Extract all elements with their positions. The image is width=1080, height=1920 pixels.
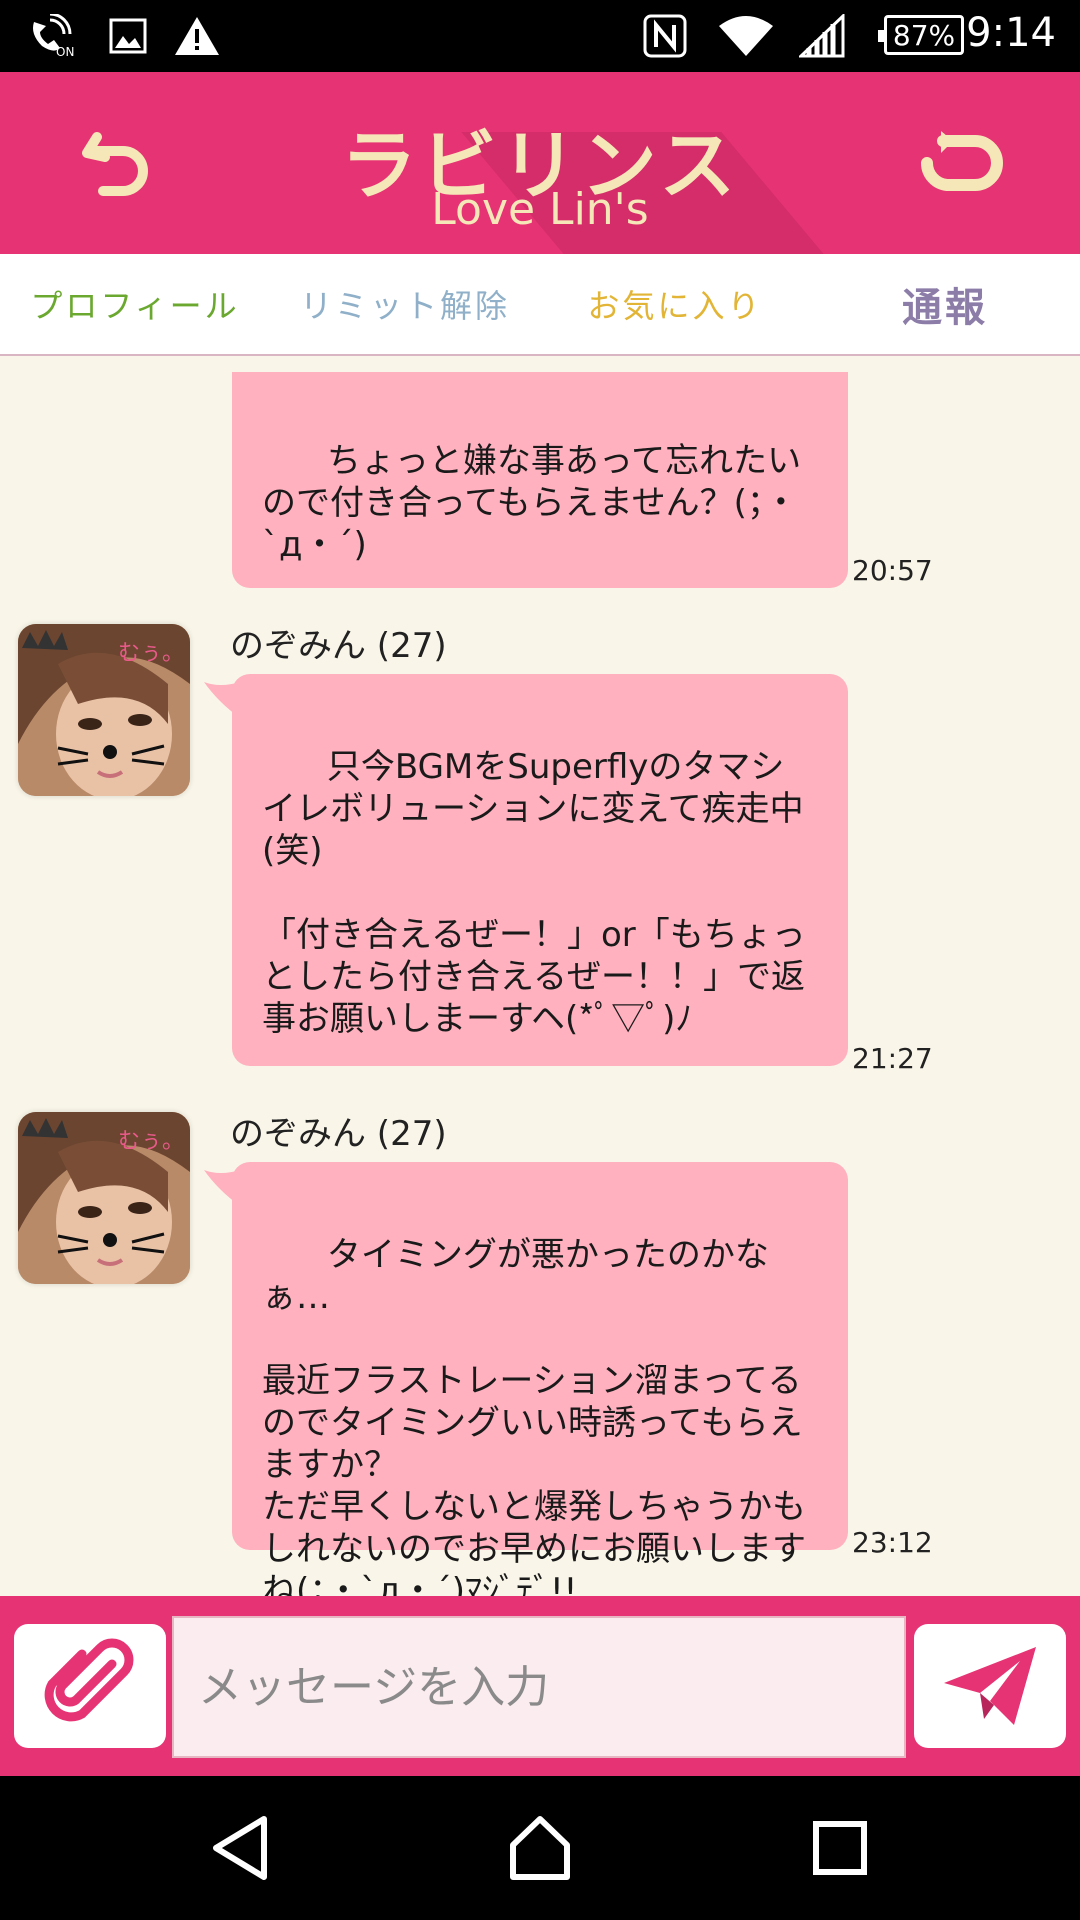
- sender-name: のぞみん (27): [230, 626, 447, 666]
- back-icon[interactable]: [180, 1806, 300, 1890]
- message-text: タイミングが悪かったのかなぁ… 最近フラストレーション溜まってるのでタイミングい…: [262, 1235, 806, 1596]
- app-header: ラビリンス Love Lin's: [0, 72, 1080, 254]
- tab-report[interactable]: 通報: [810, 254, 1080, 354]
- svg-text:むぅ。: むぅ。: [118, 641, 184, 666]
- message-time: 20:57: [852, 554, 933, 587]
- message-bubble: ちょっと嫌な事あって忘れたいので付き合ってもらえません？(；・`д・´): [232, 372, 848, 588]
- avatar[interactable]: むぅ。: [18, 624, 190, 796]
- message-input-bar: [0, 1596, 1080, 1776]
- message-input[interactable]: [172, 1616, 906, 1758]
- battery-level: 87%: [892, 18, 956, 52]
- attach-button[interactable]: [14, 1624, 166, 1748]
- tab-profile[interactable]: プロフィール: [0, 254, 270, 354]
- battery-icon: 87%: [878, 15, 964, 55]
- tab-limit-release-label: リミット解除: [299, 287, 510, 325]
- message-bubble: 只今BGMをSuperflyのタマシイレボリューションに変えて疾走中(笑) 「付…: [232, 674, 848, 1066]
- message-bubble: タイミングが悪かったのかなぁ… 最近フラストレーション溜まってるのでタイミングい…: [232, 1162, 848, 1596]
- svg-text:ON: ON: [56, 45, 74, 58]
- sender-name: のぞみん (27): [230, 1114, 447, 1154]
- status-time: 9:14: [966, 10, 1056, 56]
- avatar[interactable]: むぅ。: [18, 1112, 190, 1284]
- status-bar: ON 87% 9:14: [0, 0, 1080, 72]
- svg-text:むぅ。: むぅ。: [118, 1129, 184, 1154]
- message-time: 23:12: [852, 1526, 933, 1559]
- paperclip-icon: [44, 1638, 134, 1722]
- tab-limit-release[interactable]: リミット解除: [270, 254, 540, 354]
- tab-profile-label: プロフィール: [30, 287, 240, 325]
- send-button[interactable]: [914, 1624, 1066, 1748]
- tab-favorites-label: お気に入り: [587, 287, 763, 325]
- refresh-icon[interactable]: [906, 112, 1016, 212]
- system-nav-bar: [0, 1776, 1080, 1920]
- image-icon: [106, 14, 150, 58]
- tab-report-label: 通報: [902, 285, 988, 331]
- message-time: 21:27: [852, 1042, 933, 1075]
- send-icon: [944, 1647, 1036, 1725]
- tab-favorites[interactable]: お気に入り: [540, 254, 810, 354]
- wifi-icon: [716, 14, 776, 58]
- tab-bar: プロフィール リミット解除 お気に入り 通報: [0, 254, 1080, 356]
- message-text: ちょっと嫌な事あって忘れたいので付き合ってもらえません？(；・`д・´): [262, 441, 802, 565]
- message-text: 只今BGMをSuperflyのタマシイレボリューションに変えて疾走中(笑) 「付…: [262, 747, 806, 1039]
- chat-area[interactable]: ちょっと嫌な事あって忘れたいので付き合ってもらえません？(；・`д・´) 20:…: [0, 356, 1080, 1596]
- wifi-calling-on-icon: ON: [24, 14, 84, 58]
- warning-icon: [172, 14, 222, 58]
- home-icon[interactable]: [480, 1806, 600, 1890]
- signal-icon: [798, 14, 846, 58]
- nfc-icon: [640, 14, 690, 58]
- recents-icon[interactable]: [780, 1806, 900, 1890]
